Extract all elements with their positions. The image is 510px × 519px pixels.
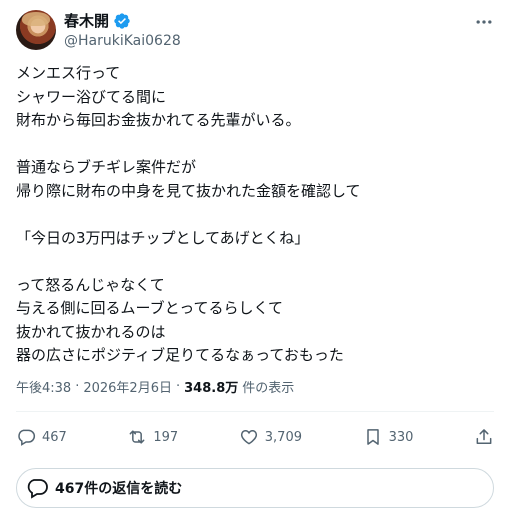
reply-bubble-icon	[27, 479, 48, 499]
author-display-name[interactable]: 春木開	[64, 11, 109, 31]
reply-button[interactable]: 467	[16, 427, 67, 447]
read-replies-label: 467件の返信を読む	[55, 481, 183, 497]
avatar[interactable]	[16, 10, 56, 50]
reply-count: 467	[42, 429, 67, 445]
heart-icon	[240, 429, 257, 445]
views-label: 件の表示	[242, 381, 295, 396]
like-count: 3,709	[264, 429, 302, 445]
post-time[interactable]: 午後4:38	[16, 377, 71, 396]
post-text: メンエス行って シャワー浴びてる間に 財布から毎回お金抜かれてる先輩がいる。 普…	[16, 64, 361, 364]
post-meta: 午後4:38 · 2026年2月6日 · 348.8万 件の表示	[16, 377, 294, 396]
repost-button[interactable]: 197	[127, 427, 178, 447]
post-date[interactable]: 2026年2月6日	[83, 377, 172, 396]
bookmark-count: 330	[388, 429, 414, 445]
author-name-row: 春木開	[64, 11, 131, 31]
reply-icon	[18, 429, 36, 446]
share-icon	[476, 429, 492, 444]
meta-separator: ·	[75, 379, 80, 394]
more-options-icon[interactable]	[474, 12, 494, 32]
like-button[interactable]: 3,709	[239, 427, 302, 447]
read-replies-button[interactable]: 467件の返信を読む	[16, 468, 494, 508]
bookmark-icon	[366, 429, 379, 445]
repost-icon	[129, 430, 145, 444]
views-count: 348.8万	[184, 381, 239, 396]
share-button[interactable]	[474, 427, 494, 447]
author-handle[interactable]: @HarukiKai0628	[64, 32, 181, 50]
post-card: 春木開 @HarukiKai0628 メンエス行って シャワー浴びてる間に 財布…	[0, 0, 510, 519]
divider	[16, 411, 494, 412]
verified-badge-icon	[114, 13, 130, 29]
repost-count: 197	[153, 429, 179, 445]
action-bar: 467 197 3,709 330	[16, 420, 494, 454]
bookmark-button[interactable]: 330	[363, 427, 414, 447]
meta-separator: ·	[175, 379, 181, 394]
